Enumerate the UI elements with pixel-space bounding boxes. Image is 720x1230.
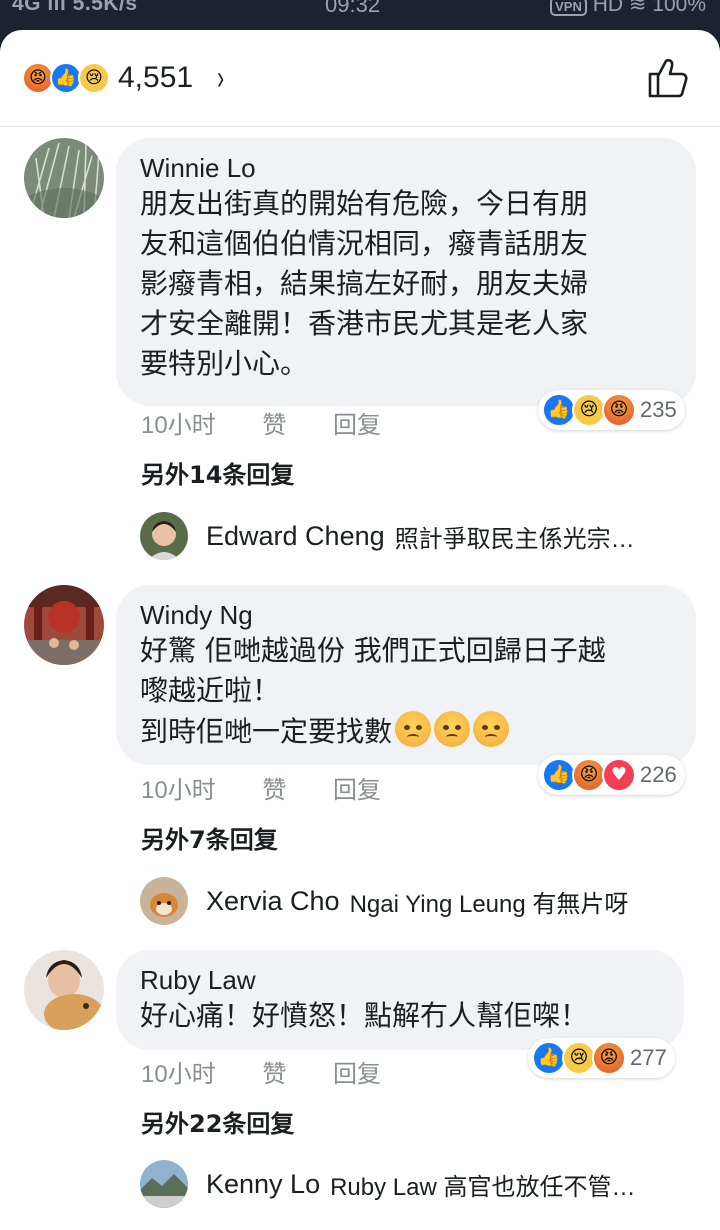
network-status: 4G ıll 5.5K/s — [12, 0, 138, 15]
sad-reaction-icon: 😢 — [78, 62, 110, 94]
reply-author[interactable]: Kenny Lo — [206, 1169, 320, 1200]
sad-reaction-icon: 😢 — [562, 1041, 596, 1075]
reply-button[interactable]: 回复 — [333, 1061, 381, 1088]
comment-text: 朋友出街真的開始有危險，今日有朋 友和這個伯伯情況相同，癈青話朋友 影癈青相，結… — [140, 187, 589, 380]
sheet-header: 😡 👍 😢 4,551 › — [0, 30, 720, 127]
avatar-image — [24, 138, 104, 218]
angry-reaction-icon: 😡 — [592, 1041, 626, 1075]
angry-face-emoji-icon — [395, 711, 432, 747]
like-reaction-icon: 👍 — [532, 1041, 566, 1075]
love-reaction-icon: ♥ — [602, 758, 636, 792]
angry-reaction-icon: 😡 — [602, 393, 636, 427]
reply-button[interactable]: 回复 — [333, 412, 381, 439]
comment-time: 10小时 — [141, 777, 216, 804]
reply-preview[interactable]: Edward Cheng 照計爭取民主係光宗… — [140, 512, 635, 560]
comment-actions: 10小时 赞 回复 — [141, 770, 421, 805]
avatar — [140, 512, 188, 560]
angry-reaction-icon: 😡 — [572, 758, 606, 792]
reply-preview[interactable]: Kenny Lo Ruby Law 高官也放任不管… — [140, 1160, 635, 1208]
comment-actions: 10小时 赞 回复 — [141, 1054, 421, 1089]
reaction-count: 277 — [630, 1045, 667, 1070]
angry-face-emoji-icon — [473, 711, 510, 747]
avatar-image — [24, 950, 104, 1030]
avatar[interactable] — [24, 950, 104, 1030]
comment-text: 好心痛！好憤怒！點解冇人幫佢㗎！ — [140, 999, 589, 1032]
view-more-replies[interactable]: 另外14条回复 — [141, 455, 294, 490]
reply-text: Ngai Ying Leung 有無片呀 — [349, 890, 629, 918]
view-more-replies[interactable]: 另外7条回复 — [141, 820, 278, 855]
comment-reactions[interactable]: 👍 😢 😡 235 — [538, 390, 685, 430]
status-bar: 4G ıll 5.5K/s 09:32 VPN HD ≋ 100% — [0, 0, 720, 30]
avatar-image — [140, 877, 188, 925]
comment-bubble[interactable]: Winnie Lo 朋友出街真的開始有危險，今日有朋 友和這個伯伯情況相同，癈青… — [116, 138, 696, 406]
reactions-summary[interactable]: 😡 👍 😢 4,551 › — [22, 58, 226, 98]
chevron-right-icon: › — [217, 58, 225, 97]
comment-time: 10小时 — [141, 1061, 216, 1088]
sad-reaction-icon: 😢 — [572, 393, 606, 427]
comment-author[interactable]: Winnie Lo — [140, 152, 672, 184]
reply-preview[interactable]: Xervia Cho Ngai Ying Leung 有無片呀 — [140, 877, 628, 925]
avatar[interactable] — [24, 585, 104, 665]
like-reaction-icon: 👍 — [542, 393, 576, 427]
comment-bubble[interactable]: Ruby Law 好心痛！好憤怒！點解冇人幫佢㗎！ — [116, 950, 684, 1050]
vpn-icon: VPN — [550, 0, 587, 16]
like-button[interactable]: 赞 — [262, 1061, 286, 1088]
comment-text-content: 好驚 佢哋越過份 我們正式回歸日子越 嚟越近啦！ 到時佢哋一定要找數 — [140, 634, 606, 748]
comment-text: 好驚 佢哋越過份 我們正式回歸日子越 嚟越近啦！ 到時佢哋一定要找數 — [140, 631, 672, 752]
clock: 09:32 — [325, 0, 381, 17]
comment-reactions[interactable]: 👍 😢 😡 277 — [528, 1038, 675, 1078]
avatar — [140, 877, 188, 925]
like-reaction-icon: 👍 — [542, 758, 576, 792]
angry-face-emoji-icon — [434, 711, 471, 747]
avatar-image — [24, 585, 104, 665]
comment-actions: 10小时 赞 回复 — [141, 405, 421, 440]
reply-author[interactable]: Xervia Cho — [206, 886, 340, 917]
comment-reactions[interactable]: 👍 😡 ♥ 226 — [538, 755, 685, 795]
system-indicators: VPN HD ≋ 100% — [550, 0, 706, 17]
avatar-image — [140, 512, 188, 560]
reaction-count: 226 — [640, 762, 677, 787]
reply-button[interactable]: 回复 — [333, 777, 381, 804]
comments-sheet: 😡 👍 😢 4,551 › Winnie Lo 朋友出街真的開始有危險，今日有朋… — [0, 30, 720, 1230]
avatar — [140, 1160, 188, 1208]
reaction-count: 4,551 — [118, 61, 194, 94]
comment-author[interactable]: Ruby Law — [140, 964, 660, 996]
comment-time: 10小时 — [141, 412, 216, 439]
avatar-image — [140, 1160, 188, 1208]
reply-author[interactable]: Edward Cheng — [206, 521, 385, 552]
reply-text: Ruby Law 高官也放任不管… — [330, 1173, 636, 1201]
like-button[interactable]: 赞 — [262, 412, 286, 439]
like-button[interactable]: 赞 — [262, 777, 286, 804]
thumbs-up-icon[interactable] — [646, 56, 690, 100]
comment-author[interactable]: Windy Ng — [140, 599, 672, 631]
reply-text: 照計爭取民主係光宗… — [394, 525, 635, 553]
battery-status: HD ≋ 100% — [592, 0, 706, 16]
comment-bubble[interactable]: Windy Ng 好驚 佢哋越過份 我們正式回歸日子越 嚟越近啦！ 到時佢哋一定… — [116, 585, 696, 765]
reaction-count: 235 — [640, 397, 677, 422]
avatar[interactable] — [24, 138, 104, 218]
view-more-replies[interactable]: 另外22条回复 — [141, 1104, 294, 1139]
